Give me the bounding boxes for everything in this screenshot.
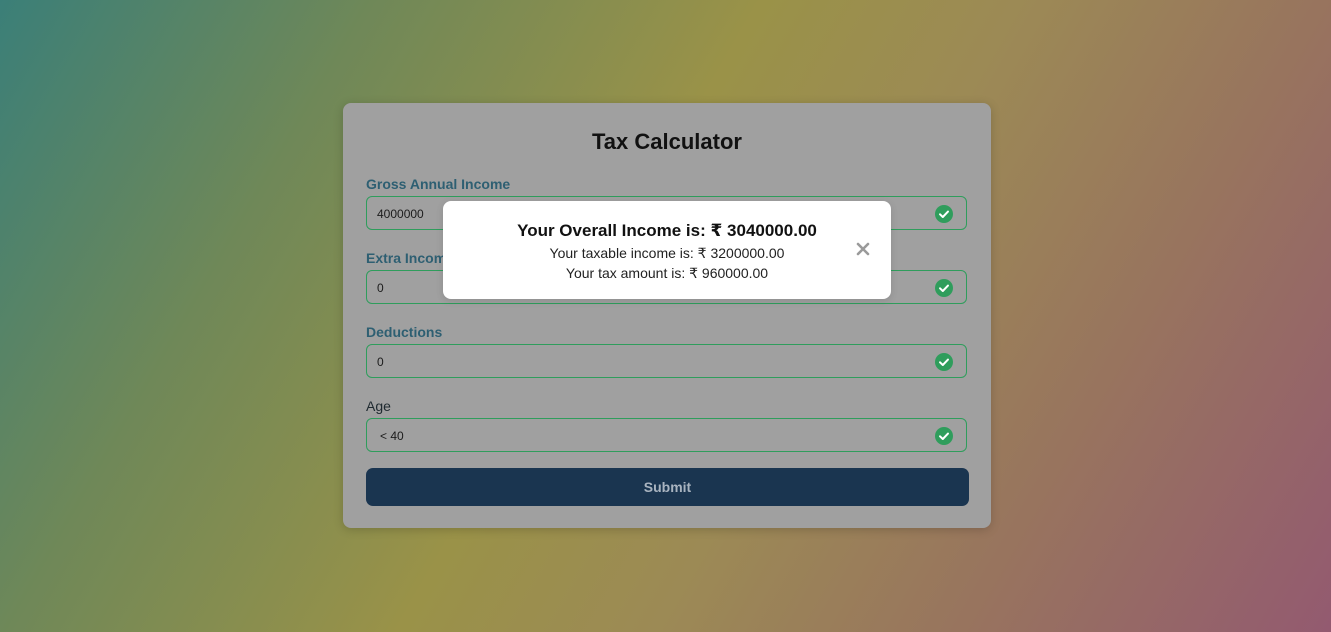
age-label: Age: [366, 398, 391, 414]
extra-income-label: Extra Income: [366, 250, 454, 266]
age-value: < 40: [380, 429, 404, 443]
check-circle-icon: [935, 205, 953, 223]
overall-income-text: Your Overall Income is: ₹ 3040000.00: [517, 221, 817, 240]
form-title: Tax Calculator: [592, 129, 742, 154]
extra-income-value: 0: [377, 281, 384, 295]
submit-button[interactable]: Submit: [366, 468, 969, 506]
check-circle-icon: [935, 279, 953, 297]
deductions-label: Deductions: [366, 324, 443, 340]
tax-amount-text: Your tax amount is: ₹ 960000.00: [565, 265, 769, 281]
deductions-value: 0: [377, 355, 384, 369]
gross-income-label: Gross Annual Income: [366, 176, 511, 192]
result-modal: Your Overall Income is: ₹ 3040000.00 You…: [443, 201, 891, 299]
taxable-income-text: Your taxable income is: ₹ 3200000.00: [549, 245, 785, 261]
gross-income-value: 4000000: [377, 207, 424, 221]
deductions-input[interactable]: 0: [366, 344, 967, 378]
tax-calculator-card: Tax Calculator Gross Annual Income 40000…: [343, 103, 991, 528]
check-circle-icon: [935, 427, 953, 445]
check-circle-icon: [935, 353, 953, 371]
age-select[interactable]: < 40: [366, 418, 967, 452]
close-icon[interactable]: [856, 242, 870, 256]
